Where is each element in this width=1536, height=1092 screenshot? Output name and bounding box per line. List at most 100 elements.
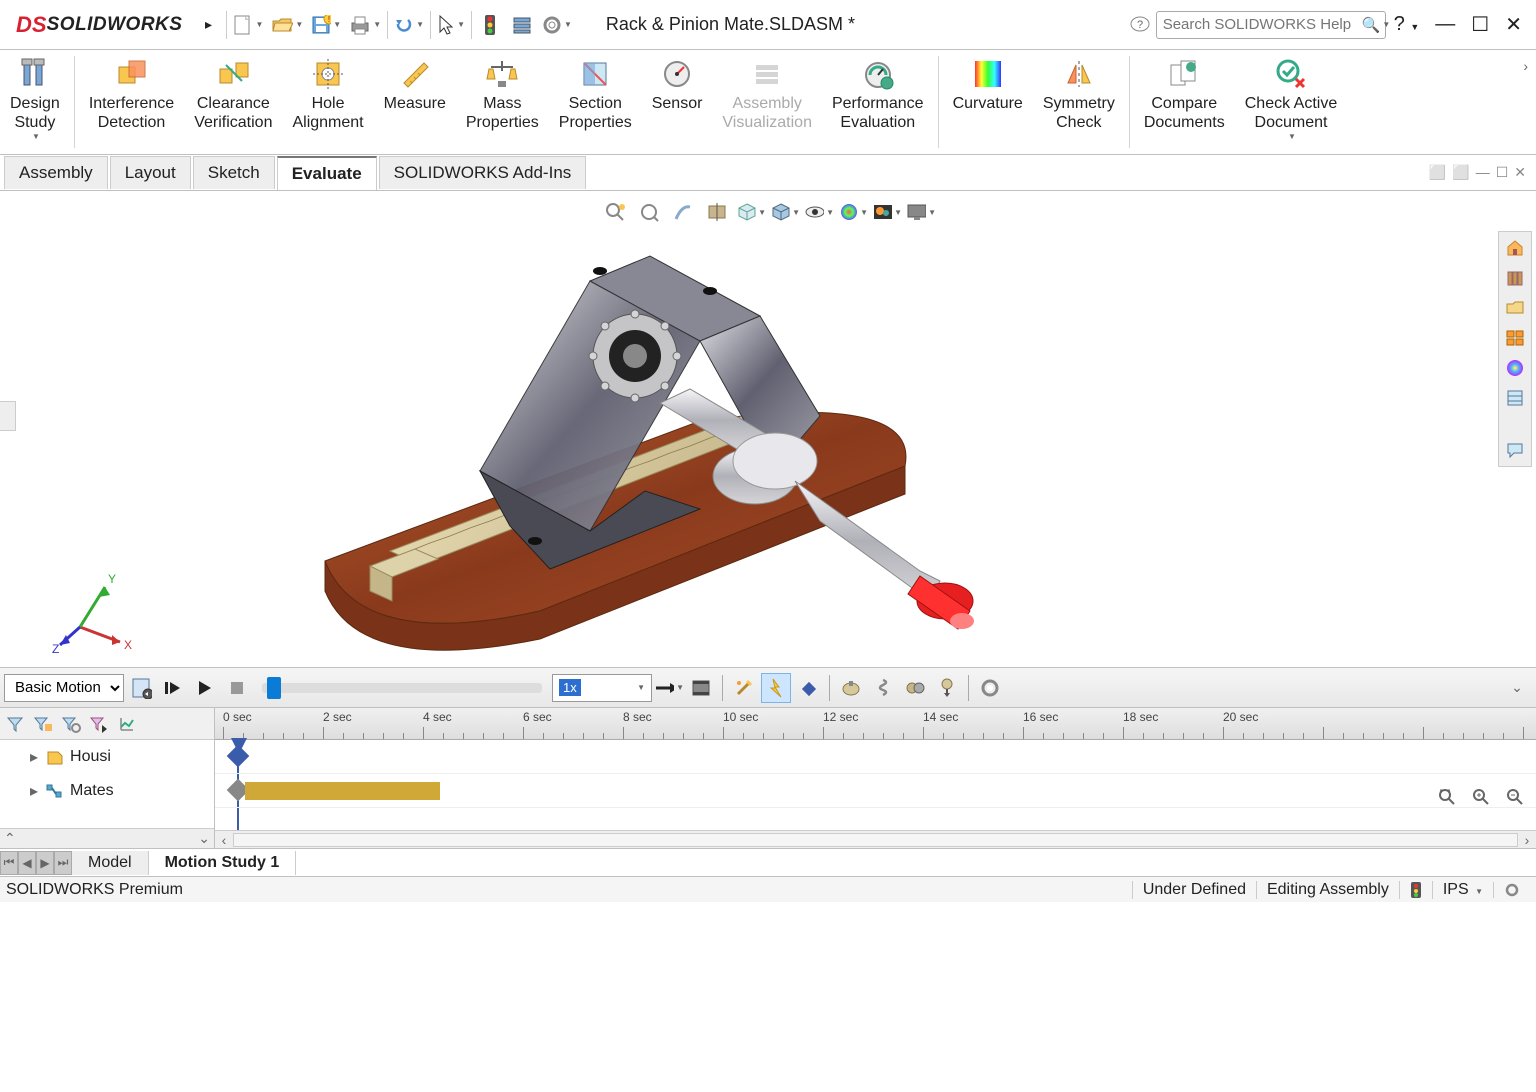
filter-selected-button[interactable] [86,711,112,737]
ribbon-check-active-document[interactable]: Check ActiveDocument▼ [1235,50,1347,154]
keyframe[interactable] [227,745,250,768]
rebuild-indicator[interactable] [1399,881,1432,899]
contact-button[interactable] [900,673,930,703]
ribbon-mass-properties[interactable]: MassProperties [456,50,549,154]
view-settings-button[interactable]: ▼ [906,197,936,227]
close-button[interactable]: ✕ [1497,12,1530,37]
doc-close[interactable]: ✕ [1514,164,1526,181]
ribbon-tab-solidworks-add-ins[interactable]: SOLIDWORKS Add-Ins [379,156,587,189]
hide-show-button[interactable]: ▼ [804,197,834,227]
stop-button[interactable] [222,673,252,703]
view-orientation-button[interactable]: ▼ [736,197,766,227]
status-gear[interactable] [1493,882,1530,898]
minimize-button[interactable]: — [1427,13,1463,36]
add-key-button[interactable] [793,673,823,703]
expand-arrow[interactable]: ▸ [30,781,38,801]
display-style-button[interactable]: ▼ [770,197,800,227]
gravity-button[interactable] [932,673,962,703]
zoom-in-timeline[interactable] [1466,782,1496,812]
units-label[interactable]: IPS ▼ [1432,881,1493,899]
scroll-right[interactable]: › [1518,832,1536,848]
section-view-button[interactable] [702,197,732,227]
ribbon-tab-evaluate[interactable]: Evaluate [277,156,377,190]
track-row-housing[interactable] [215,740,1536,774]
filter-results-button[interactable] [114,711,140,737]
doc-restore[interactable]: ⬜ [1429,164,1446,181]
motion-study-props-button[interactable] [975,673,1005,703]
file-explorer-tab[interactable] [1501,294,1529,322]
tab-last[interactable]: ⏭ [54,851,72,875]
tab-first[interactable]: ⏮ [0,851,18,875]
play-from-start-button[interactable] [158,673,188,703]
ribbon-compare-documents[interactable]: CompareDocuments [1134,50,1235,154]
new-doc-button[interactable]: ▼ [229,9,267,41]
search-box[interactable]: 🔍 ▼ [1156,11,1386,39]
previous-view-button[interactable] [668,197,698,227]
autokey-button[interactable] [761,673,791,703]
design-library-tab[interactable] [1501,264,1529,292]
filter-animated-button[interactable] [30,711,56,737]
settings-button[interactable]: ▼ [538,9,576,41]
save-animation-button[interactable] [686,673,716,703]
filter-driving-button[interactable] [58,711,84,737]
ribbon-clearance-verification[interactable]: ClearanceVerification [184,50,282,154]
scene-button[interactable]: ▼ [872,197,902,227]
help-menu-button[interactable]: ? ▼ [1386,13,1428,36]
zoom-fit-button[interactable] [600,197,630,227]
ribbon-curvature[interactable]: Curvature [943,50,1033,154]
ribbon-tab-assembly[interactable]: Assembly [4,156,108,189]
scrubber-handle[interactable] [267,677,281,699]
ribbon-tab-sketch[interactable]: Sketch [193,156,275,189]
ribbon-measure[interactable]: Measure [374,50,456,154]
ribbon-overflow[interactable]: › [1515,50,1536,154]
search-input[interactable] [1163,16,1362,33]
timeline-hscroll[interactable]: ‹ › [215,830,1536,848]
save-button[interactable]: ! ▼ [307,9,345,41]
bottom-tab-motion-study-1[interactable]: Motion Study 1 [149,851,297,875]
doc-maximize[interactable]: ☐ [1496,164,1509,181]
graphics-viewport[interactable]: ▼ ▼ ▼ ▼ ▼ ▼ X Y Z [0,191,1536,668]
print-button[interactable]: ▼ [345,9,385,41]
play-mode-button[interactable]: ▼ [654,673,684,703]
custom-properties-tab[interactable] [1501,384,1529,412]
tab-next[interactable]: ▶ [36,851,54,875]
help-bubble-button[interactable]: ? [1124,9,1156,41]
maximize-button[interactable]: ☐ [1463,12,1497,37]
tree-scroll[interactable]: ⌃⌄ [0,828,214,848]
undo-button[interactable]: ▼ [390,9,428,41]
collapse-motion-button[interactable]: ⌄ [1502,673,1532,703]
open-doc-button[interactable]: ▼ [267,9,307,41]
filter-button[interactable] [2,711,28,737]
timeline-scrubber[interactable] [262,683,542,693]
select-button[interactable]: ▼ [433,9,469,41]
play-button[interactable] [190,673,220,703]
timeline-ruler[interactable]: 0 sec2 sec4 sec6 sec8 sec10 sec12 sec14 … [215,708,1536,740]
track-row-mates[interactable] [215,774,1536,808]
appearance-button[interactable]: ▼ [838,197,868,227]
view-palette-tab[interactable] [1501,324,1529,352]
doc-float[interactable]: ⬜ [1452,164,1469,181]
appearances-tab[interactable] [1501,354,1529,382]
forum-tab[interactable] [1501,436,1529,464]
zoom-area-button[interactable] [634,197,664,227]
ribbon-symmetry-check[interactable]: SymmetryCheck [1033,50,1125,154]
ribbon-interference-detection[interactable]: InterferenceDetection [79,50,184,154]
feature-tree-flyout[interactable] [0,401,16,431]
tree-item-housi[interactable]: ▸Housi [0,740,214,774]
expand-arrow[interactable]: ▸ [30,747,38,767]
animation-wizard-button[interactable] [729,673,759,703]
tree-item-mates[interactable]: ▸Mates [0,774,214,808]
ribbon-section-properties[interactable]: SectionProperties [549,50,642,154]
bottom-tab-model[interactable]: Model [72,851,149,875]
ribbon-hole-alignment[interactable]: HoleAlignment [282,50,373,154]
motion-clip[interactable] [245,782,440,800]
motion-type-select[interactable]: Basic Motion [4,674,124,702]
zoom-out-timeline[interactable] [1500,782,1530,812]
doc-minimize[interactable]: — [1476,164,1490,181]
tab-prev[interactable]: ◀ [18,851,36,875]
ribbon-design-study[interactable]: DesignStudy▼ [0,50,70,154]
options-button[interactable] [506,9,538,41]
zoom-fit-timeline[interactable] [1432,782,1462,812]
timeline-tracks[interactable] [215,740,1536,830]
calculate-button[interactable] [126,673,156,703]
